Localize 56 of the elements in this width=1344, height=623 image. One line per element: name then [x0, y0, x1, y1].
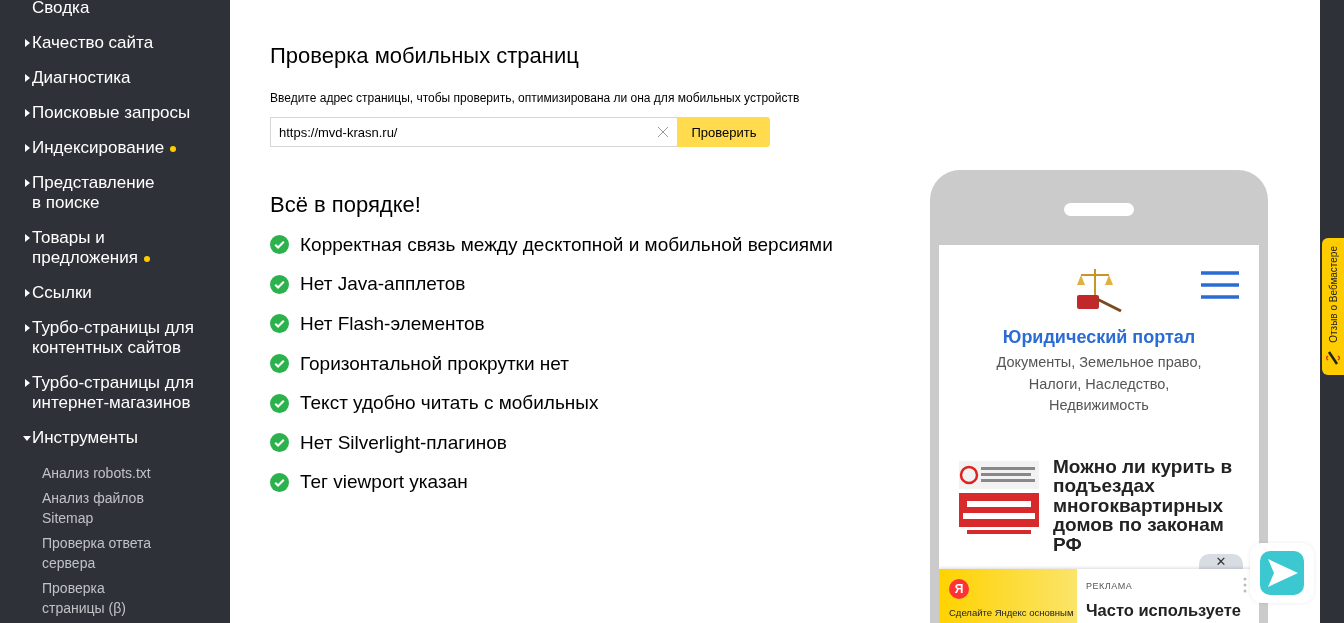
phone-speaker [1064, 203, 1134, 216]
sidebar-item[interactable]: Инструменты [0, 428, 230, 448]
sidebar-item[interactable]: Качество сайта [0, 33, 230, 53]
feedback-tab[interactable]: Отзыв о Вебмастере [1322, 238, 1344, 375]
check-label: Нет Silverlight-плагинов [300, 431, 507, 454]
caret-icon [22, 433, 32, 443]
check-label: Горизонтальной прокрутки нет [300, 352, 569, 375]
logo: Я [949, 579, 969, 599]
check-label: Тег viewport указан [300, 471, 468, 494]
sidebar-item[interactable]: Диагностика [0, 68, 230, 88]
sidebar-item[interactable]: Индексирование [0, 138, 230, 158]
caret-icon [22, 378, 32, 388]
check-label: Нет Java-апплетов [300, 273, 466, 296]
sidebar-item[interactable]: Турбо-страницы для интернет-магазинов [0, 373, 230, 413]
url-field[interactable]: https://mvd-krasn.ru/ [270, 117, 678, 147]
caret-icon [22, 38, 32, 48]
more-icon[interactable] [1243, 577, 1247, 593]
page-title: Проверка мобильных страниц [270, 42, 580, 70]
caret-icon [22, 143, 32, 153]
sidebar-item[interactable]: Ссылки [0, 283, 230, 303]
status-dot [170, 145, 177, 152]
article-title[interactable]: Можно ли курить в подъездах многоквартирных домов по законам РФ [1053, 456, 1238, 554]
caret-icon [22, 233, 32, 243]
ad-banner[interactable]: Я Сделайте Яндекс основным [939, 569, 1077, 623]
ad-label: РЕКЛАМА [1086, 581, 1134, 591]
check-label: Корректная связь между десктопной и мобильной версиями [300, 233, 833, 256]
check-button[interactable]: Проверить [678, 117, 770, 147]
caret-icon [22, 178, 32, 188]
sidebar-subitem[interactable]: Анализ файлов Sitemap [42, 488, 160, 528]
close-button[interactable]: ✕ [1199, 554, 1243, 569]
sidebar-item[interactable]: Товары и предложения [0, 228, 230, 268]
site-subtitle: Документы, Земельное право, Налоги, Наследство, Недвижимость [995, 353, 1203, 415]
check-label: Нет Flash-элементов [300, 313, 485, 335]
check-label: Текст удобно читать с мобильных [300, 392, 599, 415]
sidebar-item[interactable]: Представление в поиске [0, 173, 230, 213]
clear-icon[interactable] [658, 127, 668, 137]
sidebar-subitem[interactable]: Анализ robots.txt [42, 463, 160, 483]
chat-button[interactable] [1250, 543, 1314, 603]
sidebar-subitem[interactable]: Проверка ответа сервера [42, 533, 160, 573]
sidebar-item[interactable]: Турбо-страницы для контентных сайтов [0, 318, 230, 358]
caret-icon [22, 108, 32, 118]
ad-title: Часто используете [1086, 601, 1243, 620]
banner-text: Сделайте Яндекс основным [949, 607, 1075, 618]
caret-icon [22, 323, 32, 333]
hint-text: Введите адрес страницы, чтобы проверить, оптимизирована ли она для мобильных устройств [270, 91, 801, 105]
sidebar-item[interactable]: Поисковые запросы [0, 103, 230, 123]
paper-plane-icon [1260, 551, 1304, 595]
sidebar-subitem[interactable]: Проверка страницы (β) [42, 578, 160, 618]
result-title: Всё в порядке! [270, 191, 422, 219]
caret-icon [22, 288, 32, 298]
ad-bar[interactable]: Я Сделайте Яндекс основным РЕКЛАМА Часто используете [939, 569, 1259, 623]
caret-icon [22, 73, 32, 83]
menu-icon[interactable] [1201, 271, 1239, 299]
status-dot [143, 255, 150, 262]
site-title[interactable]: Юридический портал [939, 327, 1259, 348]
sidebar-item[interactable]: Сводка [0, 0, 230, 18]
